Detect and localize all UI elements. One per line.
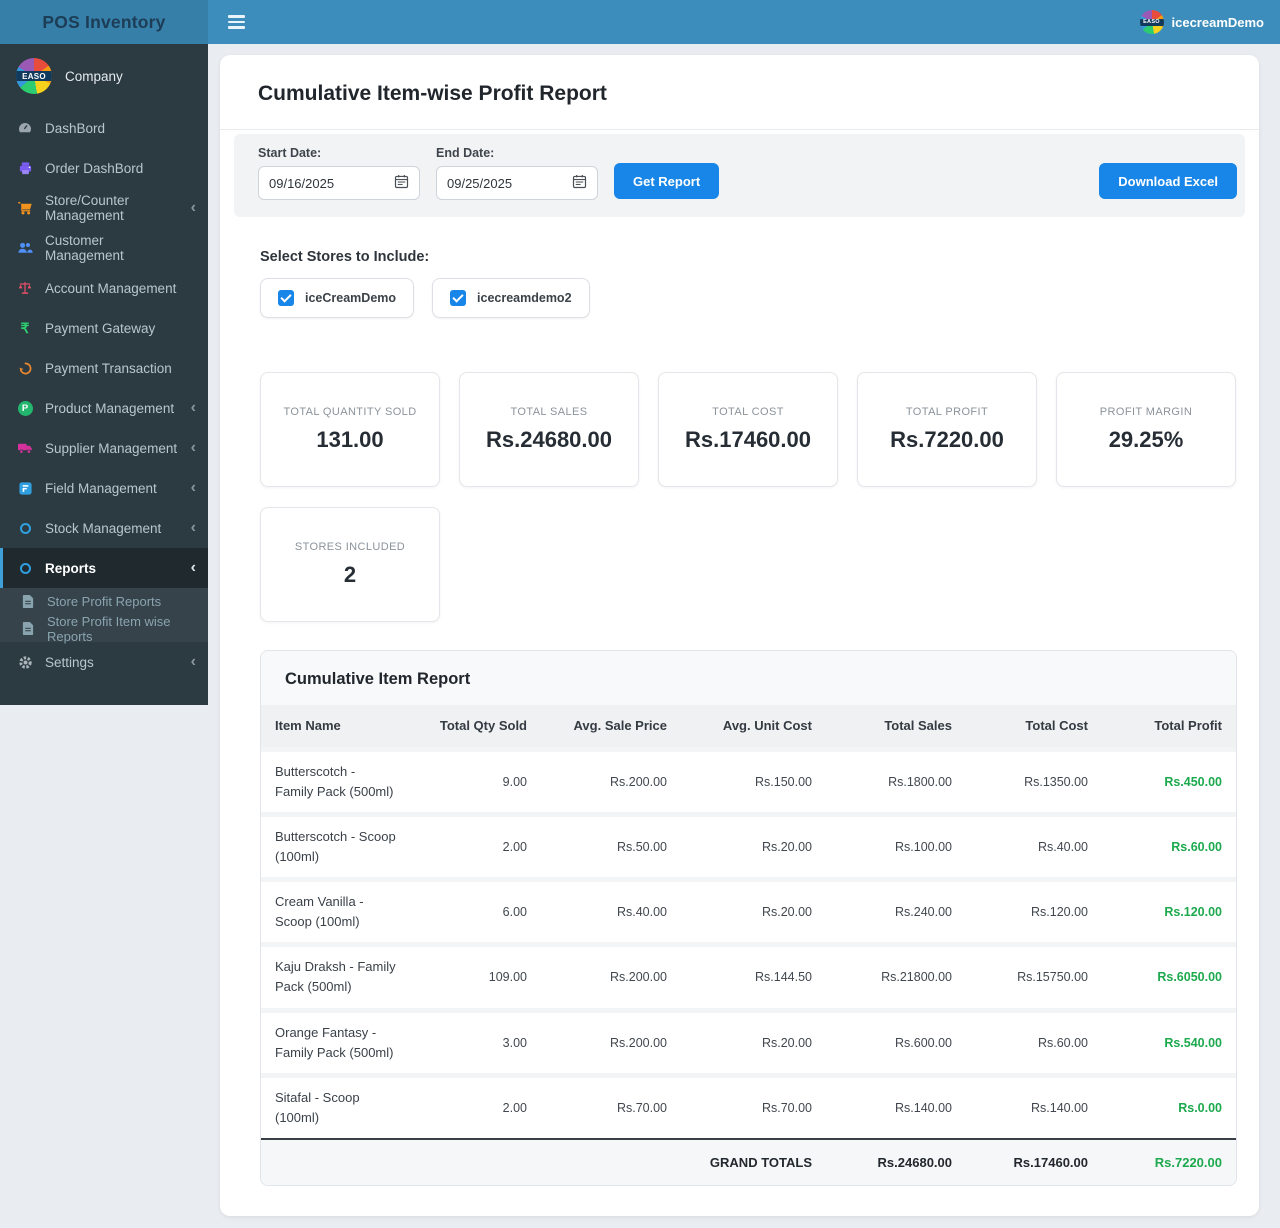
sidebar-item-stock-management[interactable]: Stock Management ‹	[0, 508, 208, 548]
scales-icon	[16, 280, 34, 296]
sidebar-item-account-management[interactable]: Account Management	[0, 268, 208, 308]
sidebar-item-field-management[interactable]: Field Management ‹	[0, 468, 208, 508]
grand-totals-label: GRAND TOTALS	[681, 1139, 826, 1185]
sidebar-item-company[interactable]: EASO Company	[0, 44, 208, 108]
cumulative-item-report-panel: Cumulative Item Report Item Name Total Q…	[260, 650, 1237, 1186]
company-logo: EASO	[16, 58, 52, 94]
start-date-input[interactable]: 09/16/2025	[258, 166, 420, 200]
app-brand: POS Inventory	[0, 0, 208, 44]
sidebar-item-supplier-management[interactable]: Supplier Management ‹	[0, 428, 208, 468]
user-avatar: EASO	[1140, 10, 1164, 34]
circle-icon	[16, 563, 34, 574]
col-total-sales: Total Sales	[826, 705, 966, 749]
table-row: Kaju Draksh - Family Pack (500ml) 109.00…	[261, 945, 1236, 1010]
sidebar-item-reports[interactable]: Reports ‹	[0, 548, 208, 588]
store-checkbox-icecreamdemo[interactable]: iceCreamDemo	[260, 278, 414, 318]
start-date-value: 09/16/2025	[269, 176, 334, 191]
sidebar-menu: DashBord Order DashBord Store/Counter Ma…	[0, 108, 208, 588]
table-row: Cream Vanilla - Scoop (100ml) 6.00 Rs.40…	[261, 880, 1236, 945]
checkbox-checked-icon[interactable]	[450, 290, 466, 306]
users-icon	[16, 240, 34, 256]
col-total-qty-sold: Total Qty Sold	[411, 705, 541, 749]
sidebar-item-order-dashboard[interactable]: Order DashBord	[0, 148, 208, 188]
store-checkbox-icecreamdemo2[interactable]: icecreamdemo2	[432, 278, 590, 318]
grand-total-sales: Rs.24680.00	[826, 1139, 966, 1185]
circle-icon	[16, 523, 34, 534]
divider	[220, 129, 1259, 130]
store-option-label: icecreamdemo2	[477, 291, 572, 305]
sidebar: EASO Company DashBord Order DashBord	[0, 44, 208, 705]
table-title: Cumulative Item Report	[261, 651, 1236, 705]
report-card: Cumulative Item-wise Profit Report Start…	[220, 55, 1259, 1216]
rupee-icon: ₹	[16, 321, 34, 335]
calendar-icon[interactable]	[572, 174, 587, 192]
sidebar-item-settings[interactable]: Settings ‹	[0, 642, 208, 682]
stat-card-total-cost: TOTAL COST Rs.17460.00	[658, 372, 838, 487]
calendar-icon[interactable]	[394, 174, 409, 192]
sidebar-item-payment-gateway[interactable]: ₹ Payment Gateway	[0, 308, 208, 348]
get-report-button[interactable]: Get Report	[614, 163, 719, 199]
sidebar-item-payment-transaction[interactable]: Payment Transaction	[0, 348, 208, 388]
printer-icon	[16, 161, 34, 176]
col-item-name: Item Name	[261, 705, 411, 749]
truck-icon	[16, 440, 34, 456]
product-icon: P	[16, 401, 34, 416]
sidebar-item-store-profit-reports[interactable]: Store Profit Reports	[0, 588, 208, 615]
start-date-label: Start Date:	[258, 146, 420, 160]
page-title: Cumulative Item-wise Profit Report	[258, 82, 1221, 106]
end-date-value: 09/25/2025	[447, 176, 512, 191]
stat-card-profit-margin: PROFIT MARGIN 29.25%	[1056, 372, 1236, 487]
gear-icon	[16, 655, 34, 670]
table-row: Butterscotch - Scoop (100ml) 2.00 Rs.50.…	[261, 814, 1236, 879]
checkbox-checked-icon[interactable]	[278, 290, 294, 306]
grand-total-profit: Rs.7220.00	[1102, 1139, 1236, 1185]
stat-card-total-profit: TOTAL PROFIT Rs.7220.00	[857, 372, 1037, 487]
col-total-cost: Total Cost	[966, 705, 1102, 749]
sidebar-menu-bottom: Settings ‹	[0, 642, 208, 682]
stat-card-total-quantity-sold: TOTAL QUANTITY SOLD 131.00	[260, 372, 440, 487]
sidebar-item-store-counter-management[interactable]: Store/Counter Management ‹	[0, 188, 208, 228]
company-label: Company	[65, 69, 123, 84]
sidebar-item-store-profit-item-wise-reports[interactable]: Store Profit Item wise Reports	[0, 615, 208, 642]
refresh-icon	[16, 361, 34, 376]
top-bar: POS Inventory EASO icecreamDemo	[0, 0, 1280, 44]
sidebar-toggle-icon[interactable]	[226, 11, 247, 33]
store-options: iceCreamDemo icecreamdemo2	[260, 278, 1219, 318]
user-menu[interactable]: EASO icecreamDemo	[1140, 10, 1265, 34]
stat-card-total-sales: TOTAL SALES Rs.24680.00	[459, 372, 639, 487]
end-date-label: End Date:	[436, 146, 598, 160]
main-area: Cumulative Item-wise Profit Report Start…	[208, 44, 1280, 1228]
top-nav: EASO icecreamDemo	[208, 0, 1280, 44]
table-header-row: Item Name Total Qty Sold Avg. Sale Price…	[261, 705, 1236, 749]
start-date-group: Start Date: 09/16/2025	[258, 146, 420, 200]
cart-icon	[16, 200, 34, 216]
dashboard-icon	[16, 120, 34, 136]
col-avg-unit-cost: Avg. Unit Cost	[681, 705, 826, 749]
stores-heading: Select Stores to Include:	[260, 249, 1219, 265]
sidebar-item-product-management[interactable]: P Product Management ‹	[0, 388, 208, 428]
table-row: Orange Fantasy - Family Pack (500ml) 3.0…	[261, 1010, 1236, 1075]
grand-totals-row: GRAND TOTALS Rs.24680.00 Rs.17460.00 Rs.…	[261, 1139, 1236, 1185]
table-row: Sitafal - Scoop (100ml) 2.00 Rs.70.00 Rs…	[261, 1075, 1236, 1139]
summary-cards: TOTAL QUANTITY SOLD 131.00 TOTAL SALES R…	[260, 372, 1237, 622]
file-icon	[19, 595, 37, 608]
stat-card-stores-included: STORES INCLUDED 2	[260, 507, 440, 622]
field-icon	[16, 481, 34, 496]
end-date-group: End Date: 09/25/2025	[436, 146, 598, 200]
sidebar-item-dashboard[interactable]: DashBord	[0, 108, 208, 148]
user-name: icecreamDemo	[1172, 15, 1265, 30]
col-avg-sale-price: Avg. Sale Price	[541, 705, 681, 749]
end-date-input[interactable]: 09/25/2025	[436, 166, 598, 200]
table-row: Butterscotch - Family Pack (500ml) 9.00 …	[261, 749, 1236, 814]
download-excel-button[interactable]: Download Excel	[1099, 163, 1237, 199]
filter-bar: Start Date: 09/16/2025 End Date: 09/25/2…	[234, 134, 1245, 217]
reports-submenu: Store Profit Reports Store Profit Item w…	[0, 588, 208, 642]
grand-total-cost: Rs.17460.00	[966, 1139, 1102, 1185]
sidebar-item-customer-management[interactable]: Customer Management	[0, 228, 208, 268]
file-icon	[19, 622, 37, 635]
cumulative-item-table: Item Name Total Qty Sold Avg. Sale Price…	[261, 705, 1236, 1185]
store-option-label: iceCreamDemo	[305, 291, 396, 305]
col-total-profit: Total Profit	[1102, 705, 1236, 749]
